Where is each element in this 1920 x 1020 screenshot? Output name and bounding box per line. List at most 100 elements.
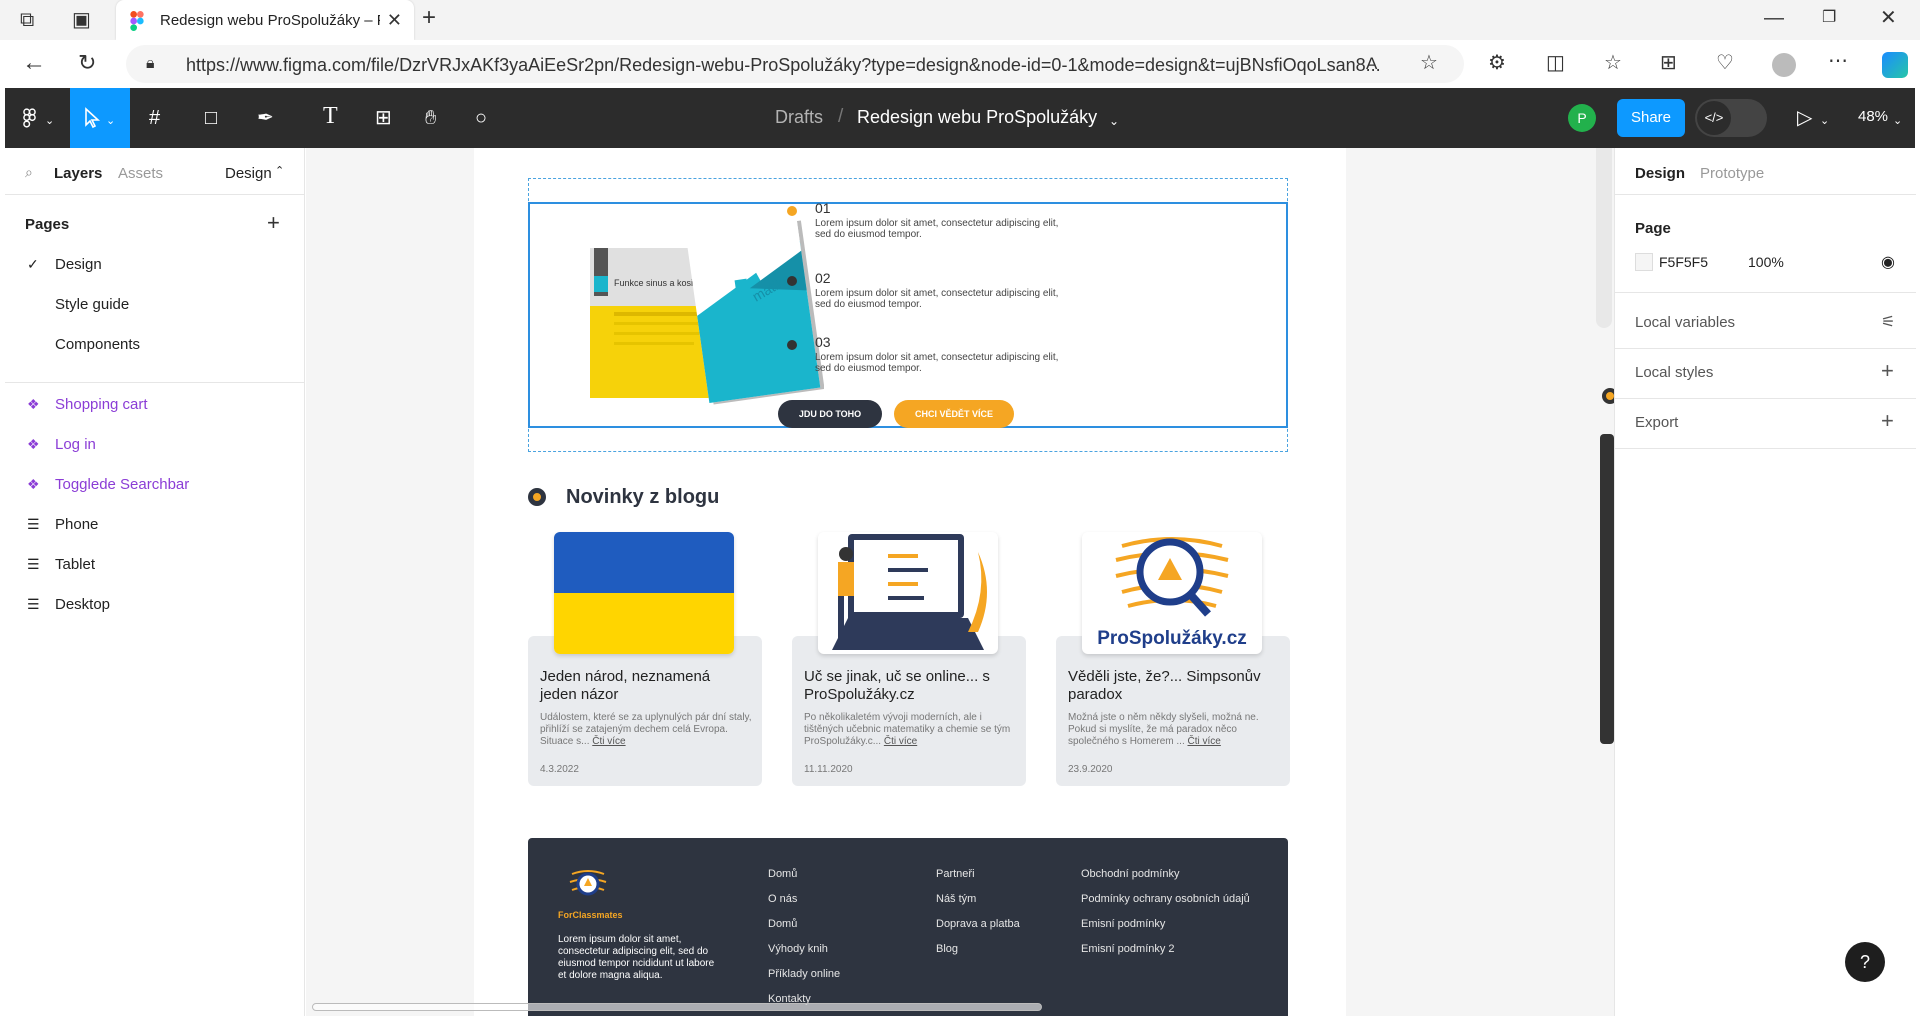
chevron-down-icon[interactable]: ⌄: [1109, 110, 1119, 132]
layer-log-in[interactable]: Log in: [55, 436, 96, 453]
blog-card-title[interactable]: Věděli jste, že?... Simpsonův paradox: [1068, 668, 1278, 704]
chci-vedet-vice-button[interactable]: CHCI VĚDĚT VÍCE: [894, 400, 1014, 428]
desktop-frame[interactable]: Funkce sinus a kosinus matika 01 Lorem i…: [474, 148, 1346, 1016]
local-styles-label[interactable]: Local styles: [1635, 364, 1713, 381]
layer-togglede-searchbar[interactable]: Togglede Searchbar: [55, 476, 189, 493]
help-button[interactable]: ?: [1845, 942, 1885, 982]
page-color-swatch[interactable]: [1635, 253, 1653, 271]
figma-menu-icon[interactable]: [23, 108, 36, 128]
close-window-icon[interactable]: ✕: [1880, 8, 1897, 28]
footer-link[interactable]: Domů: [768, 868, 797, 880]
search-icon[interactable]: ⌕: [25, 164, 33, 181]
performance-icon[interactable]: ♡: [1716, 53, 1734, 73]
browser-tab[interactable]: Redesign webu ProSpolužáky – Figma ✕: [116, 0, 414, 40]
footer-link[interactable]: Partneři: [936, 868, 975, 880]
footer-link[interactable]: Doprava a platba: [936, 918, 1020, 930]
dev-mode-toggle[interactable]: </>: [1695, 99, 1767, 137]
canvas[interactable]: Funkce sinus a kosinus matika 01 Lorem i…: [306, 148, 1614, 1016]
more-menu-icon[interactable]: ⋯: [1828, 51, 1848, 71]
footer-link[interactable]: Náš tým: [936, 893, 976, 905]
pen-tool-icon[interactable]: ✒: [257, 107, 274, 129]
hand-tool-icon[interactable]: ✋︎: [425, 107, 436, 129]
breadcrumb-drafts[interactable]: Drafts: [775, 107, 823, 128]
add-export-icon[interactable]: +: [1881, 408, 1894, 434]
frame-tool-icon[interactable]: #: [149, 107, 160, 129]
footer-link[interactable]: Výhody knih: [768, 943, 828, 955]
layer-tablet[interactable]: Tablet: [55, 556, 95, 573]
page-color-hex[interactable]: F5F5F5: [1659, 254, 1708, 270]
export-label[interactable]: Export: [1635, 414, 1678, 431]
layer-phone[interactable]: Phone: [55, 516, 98, 533]
new-tab-icon[interactable]: +: [422, 6, 436, 30]
blog-card-title[interactable]: Jeden národ, neznamená jeden názor: [540, 668, 750, 704]
favorites-icon[interactable]: ☆: [1604, 53, 1622, 73]
footer-link[interactable]: Podmínky ochrany osobních údajů: [1081, 893, 1250, 905]
minimize-icon[interactable]: —: [1764, 8, 1784, 28]
footer-link[interactable]: O nás: [768, 893, 797, 905]
blog-card[interactable]: Jeden národ, neznamená jeden názor Událo…: [528, 636, 762, 786]
chevron-up-icon[interactable]: ⌃: [275, 164, 284, 177]
profile-avatar[interactable]: [1772, 53, 1796, 77]
add-page-icon[interactable]: +: [267, 210, 280, 236]
refresh-icon[interactable]: ↻: [78, 52, 96, 74]
restore-icon[interactable]: ❐: [1822, 8, 1836, 28]
address-field[interactable]: 🔒︎ https://www.figma.com/file/DzrVRJxAKf…: [126, 45, 1464, 83]
page-item-components[interactable]: Components: [55, 336, 140, 353]
tab-prototype[interactable]: Prototype: [1700, 165, 1764, 182]
visibility-eye-icon[interactable]: ◉: [1881, 252, 1895, 272]
read-more-link[interactable]: Čti více: [1188, 736, 1221, 747]
page-opacity[interactable]: 100%: [1748, 254, 1784, 270]
blog-card[interactable]: Věděli jste, že?... Simpsonův paradox Mo…: [1056, 636, 1290, 786]
footer-link[interactable]: Blog: [936, 943, 958, 955]
zoom-level[interactable]: 48%: [1858, 108, 1888, 125]
footer-link[interactable]: Domů: [768, 918, 797, 930]
blog-card-title[interactable]: Uč se jinak, uč se online... s ProSpoluž…: [804, 668, 1014, 704]
close-tab-icon[interactable]: ✕: [387, 10, 402, 31]
present-icon[interactable]: ▷: [1797, 107, 1812, 129]
workspaces-icon[interactable]: ⧉: [20, 10, 34, 30]
split-screen-icon[interactable]: ◫: [1546, 53, 1565, 73]
footer-link[interactable]: Emisní podmínky 2: [1081, 943, 1175, 955]
chevron-down-icon[interactable]: ⌄: [1893, 110, 1902, 132]
chevron-down-icon[interactable]: ⌄: [1820, 110, 1829, 132]
local-variables-label[interactable]: Local variables: [1635, 314, 1735, 331]
tab-assets[interactable]: Assets: [118, 165, 163, 182]
footer-link[interactable]: Emisní podmínky: [1081, 918, 1165, 930]
text-tool-icon[interactable]: T: [323, 104, 338, 128]
tab-layers[interactable]: Layers: [54, 165, 102, 182]
chevron-down-icon[interactable]: ⌄: [45, 110, 54, 132]
resources-icon[interactable]: ⊞: [375, 107, 392, 129]
back-icon[interactable]: ←: [22, 51, 46, 75]
page-item-design[interactable]: Design: [55, 256, 102, 273]
blog-card-excerpt: Po několikaletém vývoji moderních, ale i…: [804, 712, 1016, 748]
blog-card[interactable]: Uč se jinak, uč se online... s ProSpoluž…: [792, 636, 1026, 786]
tab-actions-icon[interactable]: ▣: [72, 10, 91, 30]
read-aloud-icon[interactable]: A: [1366, 54, 1377, 74]
extensions-icon[interactable]: ⚙: [1488, 53, 1506, 73]
move-tool[interactable]: ⌄: [70, 88, 130, 148]
user-avatar[interactable]: P: [1568, 104, 1596, 132]
file-name[interactable]: Redesign webu ProSpolužáky: [857, 107, 1097, 128]
shape-tool-icon[interactable]: □: [205, 107, 217, 129]
favorite-star-icon[interactable]: ☆: [1420, 53, 1438, 73]
design-page-selector[interactable]: Design: [225, 165, 272, 182]
copilot-icon[interactable]: [1882, 52, 1908, 78]
variables-settings-icon[interactable]: ⚟: [1881, 312, 1895, 332]
read-more-link[interactable]: Čti více: [592, 736, 625, 747]
page-item-style-guide[interactable]: Style guide: [55, 296, 129, 313]
tab-design[interactable]: Design: [1635, 165, 1685, 182]
right-panel: Design Prototype Page F5F5F5 100% ◉ Loca…: [1614, 148, 1916, 1016]
collections-icon[interactable]: ⊞: [1660, 53, 1677, 73]
layer-shopping-cart[interactable]: Shopping cart: [55, 396, 148, 413]
share-button[interactable]: Share: [1617, 99, 1685, 137]
lock-icon[interactable]: 🔒︎: [146, 54, 155, 74]
add-style-icon[interactable]: +: [1881, 358, 1894, 384]
layer-desktop[interactable]: Desktop: [55, 596, 110, 613]
read-more-link[interactable]: Čti více: [884, 736, 917, 747]
chevron-down-icon[interactable]: ⌄: [106, 110, 115, 132]
comment-tool-icon[interactable]: ○: [475, 107, 487, 129]
footer-link[interactable]: Obchodní podmínky: [1081, 868, 1179, 880]
footer-link[interactable]: Příklady online: [768, 968, 840, 980]
jdu-do-toho-button[interactable]: JDU DO TOHO: [778, 400, 882, 428]
horizontal-scrollbar[interactable]: [312, 1003, 1042, 1011]
